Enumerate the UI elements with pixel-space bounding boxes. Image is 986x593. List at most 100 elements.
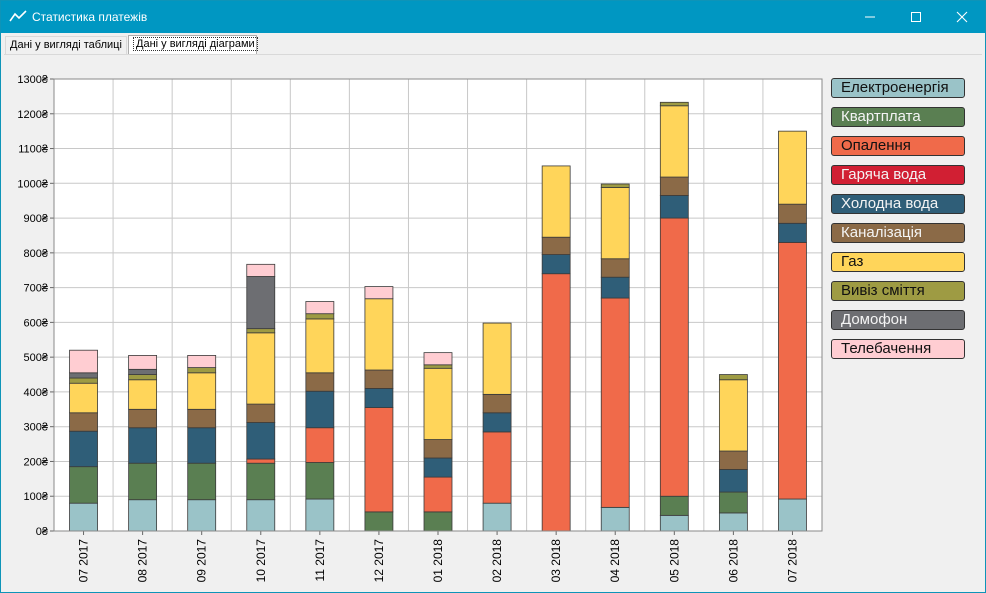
legend-item: Електроенергія: [831, 78, 965, 98]
bar-segment: [659, 101, 689, 107]
bar-segment: [69, 412, 98, 432]
bar-segment: [187, 427, 217, 464]
y-tick-label: 500₴: [24, 352, 49, 364]
bar-segment: [246, 263, 276, 277]
bar-segment: [187, 408, 217, 429]
tab-chart-view-label: Дані у вигляді діаграми: [133, 37, 258, 51]
bar-segment: [423, 364, 453, 369]
maximize-button[interactable]: [893, 1, 939, 32]
tab-chart-view[interactable]: Дані у вигляді діаграми: [128, 35, 258, 55]
bar-segment: [246, 332, 276, 405]
x-tick-label: 03 2018: [549, 539, 563, 583]
bar-segment: [69, 377, 98, 384]
bar-segment: [423, 439, 453, 459]
bar-segment: [246, 328, 276, 334]
app-window: Статистика платежів Дані у вигляді табли…: [0, 0, 986, 593]
bar-segment: [305, 390, 335, 429]
bar-segment: [778, 242, 807, 500]
bar-segment: [128, 427, 158, 464]
legend-item: Вивіз сміття: [831, 281, 965, 301]
bar-segment: [69, 430, 98, 468]
bar-segment: [364, 407, 394, 513]
legend-label: Квартплата: [841, 108, 921, 125]
y-tick-label: 600₴: [24, 317, 49, 329]
title-bar[interactable]: Статистика платежів: [1, 1, 985, 33]
bar-segment: [305, 318, 335, 374]
legend-label: Електроенергія: [841, 79, 949, 96]
bar-segment: [659, 176, 689, 196]
y-tick-label: 200₴: [24, 456, 49, 468]
legend-item: Домофон: [831, 310, 965, 330]
bar-segment: [659, 495, 689, 516]
x-tick-label: 09 2017: [195, 539, 209, 583]
x-tick-label: 04 2018: [608, 539, 622, 583]
bar-segment: [187, 367, 217, 374]
bar-segment: [778, 203, 807, 224]
bar-segment: [600, 506, 630, 532]
bar-segment: [541, 236, 571, 255]
x-tick-label: 07 2017: [77, 539, 91, 583]
bar-segment: [364, 511, 394, 532]
bar-segment: [128, 462, 158, 501]
bar-segment: [69, 372, 98, 379]
y-tick-label: 1200₴: [17, 109, 48, 121]
legend-label: Опалення: [841, 137, 911, 154]
maximize-icon: [911, 12, 921, 22]
bar-segment: [778, 130, 807, 205]
bar-segment: [246, 458, 276, 464]
x-tick-label: 01 2018: [431, 539, 445, 583]
legend-item: Холодна вода: [831, 194, 965, 214]
legend-label: Газ: [841, 253, 864, 270]
bar-segment: [69, 466, 98, 504]
bar-segment: [305, 372, 335, 392]
y-tick-label: 900₴: [24, 213, 49, 225]
bar-segment: [69, 502, 98, 532]
bar-segment: [305, 301, 335, 315]
bar-segment: [246, 276, 276, 330]
bar-segment: [778, 222, 807, 243]
bar-segment: [246, 499, 276, 532]
bar-segment: [541, 273, 571, 532]
tab-table-view-label: Дані у вигляді таблиці: [10, 39, 122, 51]
y-tick-label: 0₴: [36, 526, 49, 538]
tab-table-view[interactable]: Дані у вигляді таблиці: [5, 36, 127, 54]
bar-segment: [246, 462, 276, 501]
bar-segment: [423, 511, 453, 532]
bar-segment: [187, 499, 217, 532]
bar-segment: [482, 412, 512, 433]
minimize-icon: [865, 16, 875, 18]
bar-segment: [305, 498, 335, 532]
bar-segment: [600, 297, 630, 508]
y-tick-label: 800₴: [24, 248, 49, 260]
bar-segment: [305, 462, 335, 500]
legend-label: Каналізація: [841, 224, 923, 241]
bar-segment: [482, 502, 512, 532]
bar-segment: [128, 374, 158, 381]
bar-segment: [305, 313, 335, 320]
bar-segment: [718, 469, 748, 493]
legend-label: Холодна вода: [841, 195, 939, 212]
y-tick-label: 400₴: [24, 387, 49, 399]
legend-item: Телебачення: [831, 339, 965, 359]
bar-segment: [305, 427, 335, 463]
bar-segment: [718, 374, 748, 381]
minimize-button[interactable]: [847, 1, 893, 32]
x-tick-label: 02 2018: [490, 539, 504, 583]
y-tick-label: 1300₴: [17, 74, 48, 86]
bar-segment: [128, 408, 158, 429]
bar-segment: [128, 379, 158, 410]
bar-segment: [778, 498, 807, 532]
bar-segment: [659, 195, 689, 219]
x-tick-label: 07 2018: [785, 539, 799, 583]
bar-segment: [659, 514, 689, 532]
legend-item: Квартплата: [831, 107, 965, 127]
close-button[interactable]: [939, 1, 985, 32]
bar-segment: [541, 254, 571, 275]
bar-segment: [364, 369, 394, 389]
x-tick-label: 08 2017: [136, 539, 150, 583]
y-tick-label: 1100₴: [18, 144, 49, 156]
bar-segment: [246, 403, 276, 423]
y-tick-label: 700₴: [24, 283, 49, 295]
x-tick-label: 10 2017: [254, 539, 268, 583]
bar-segment: [128, 355, 158, 370]
